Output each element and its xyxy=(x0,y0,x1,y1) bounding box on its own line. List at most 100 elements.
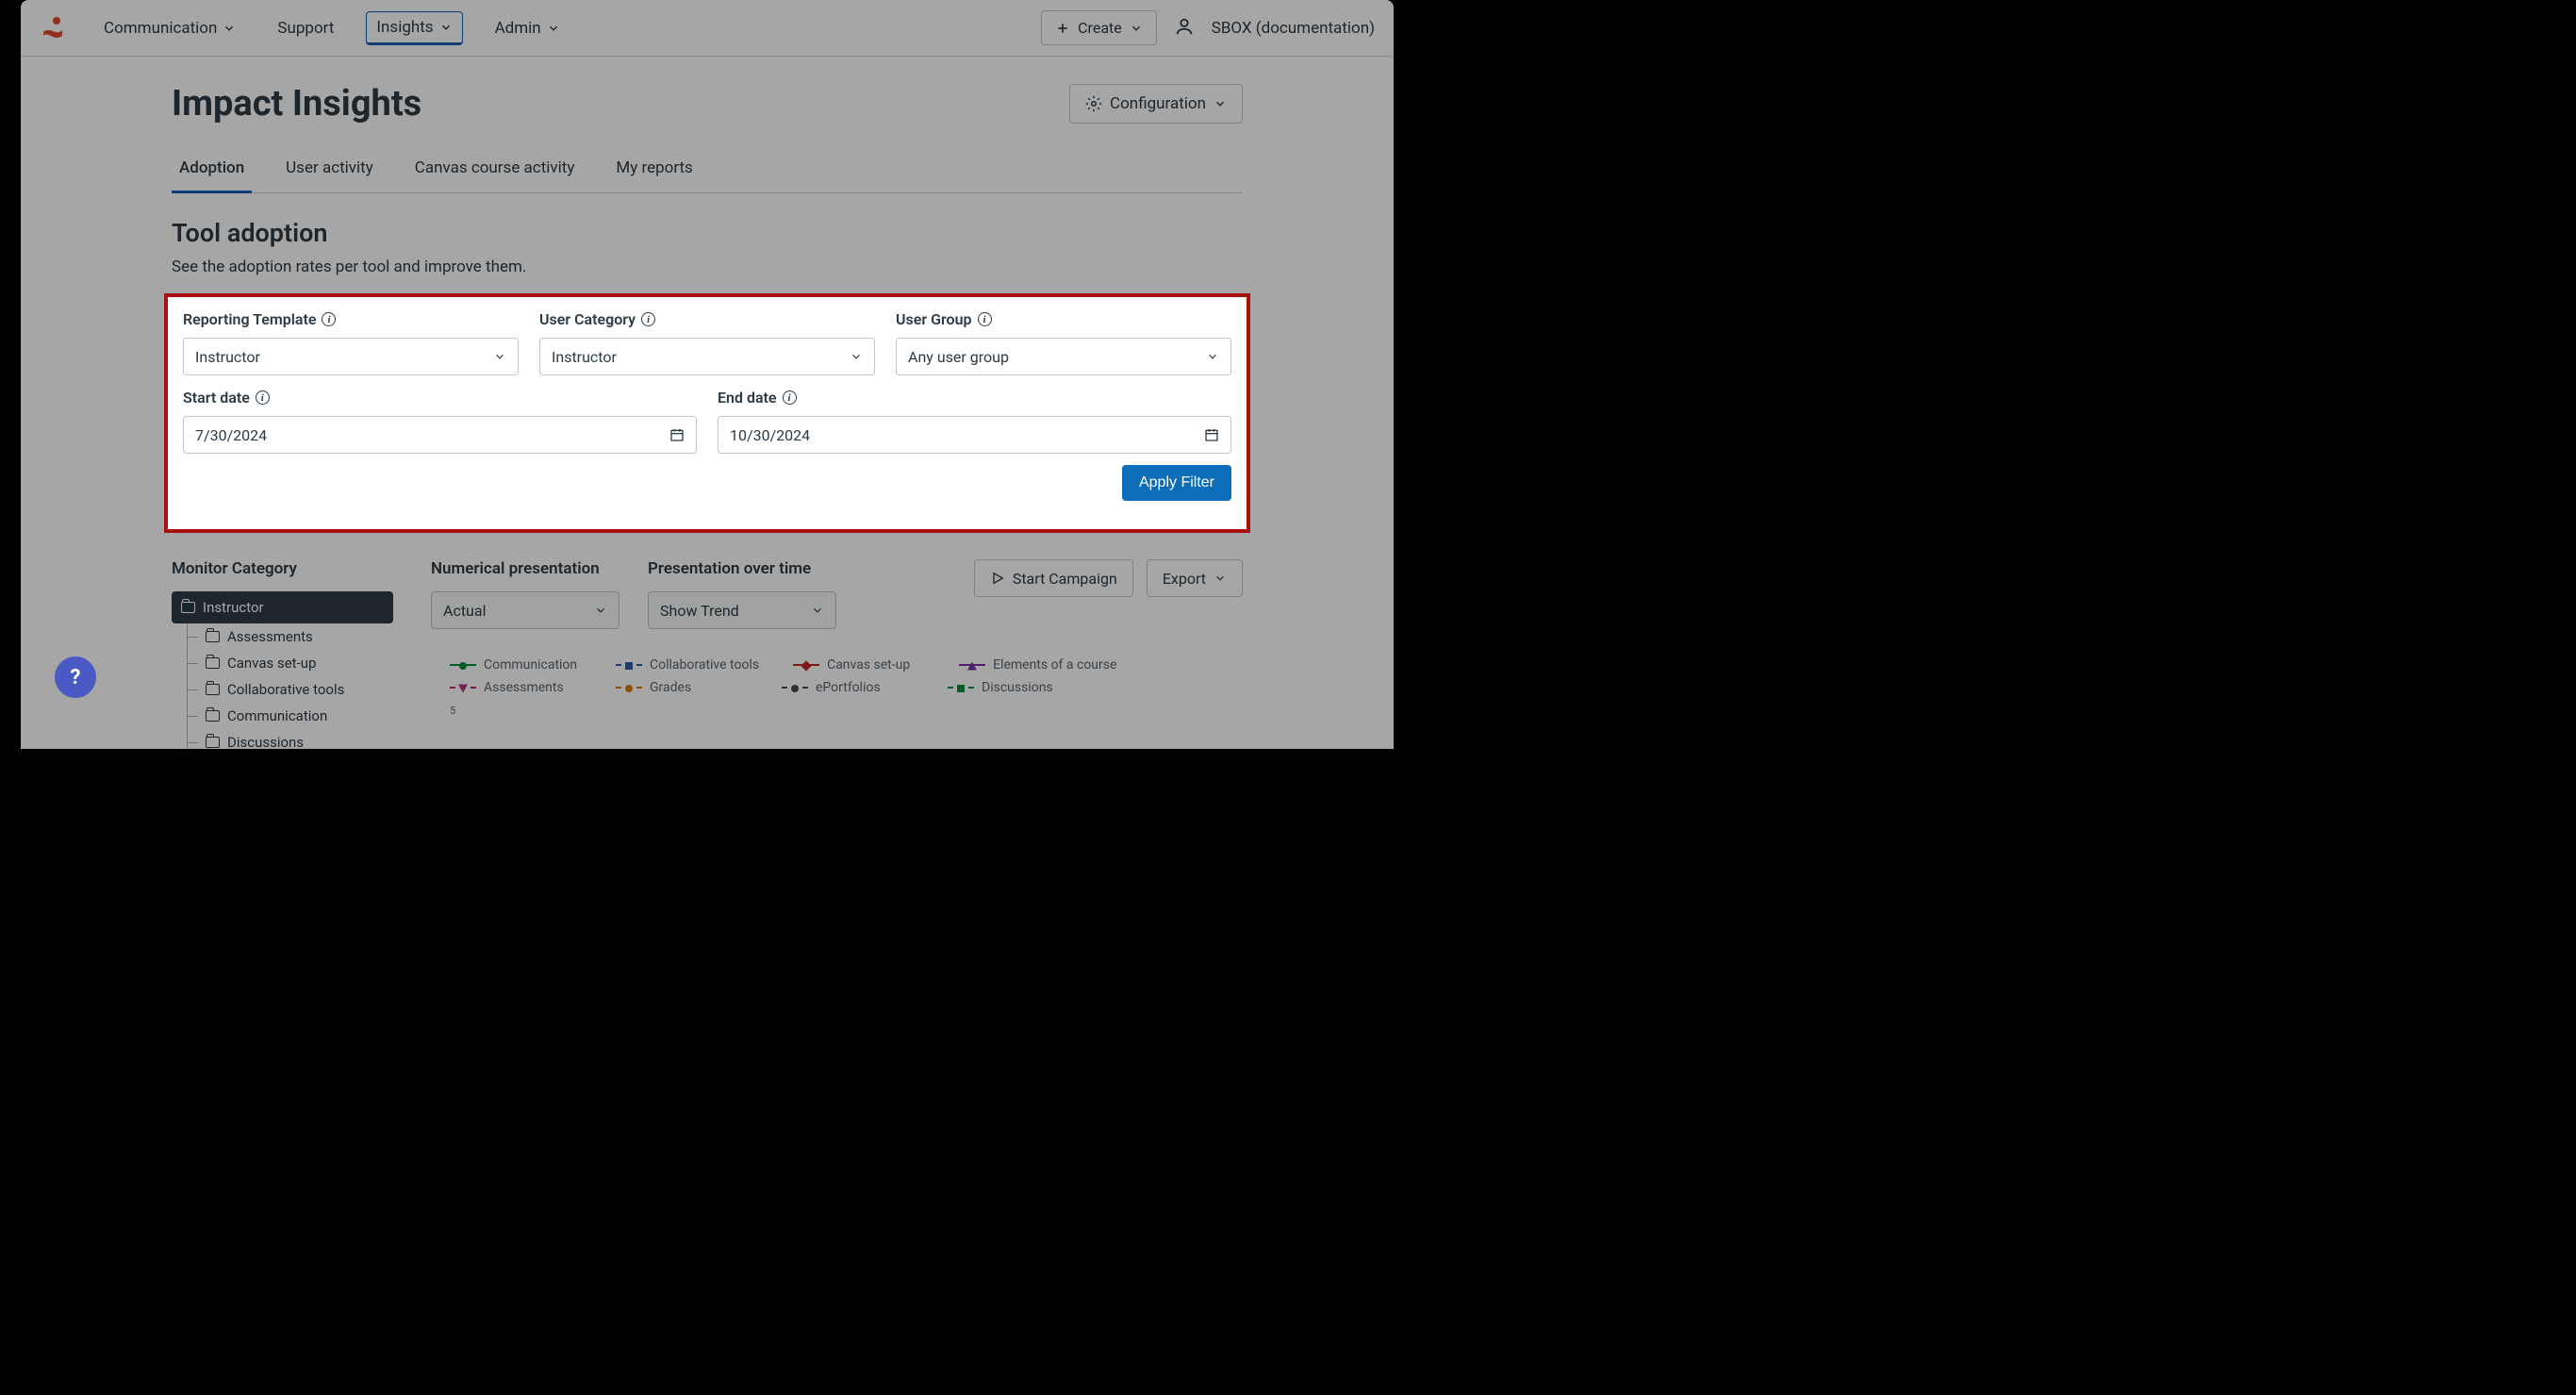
start-date-input[interactable]: 7/30/2024 xyxy=(183,416,697,454)
nav-admin[interactable]: Admin xyxy=(486,13,570,43)
y-axis-tick: 5 xyxy=(450,705,1243,717)
legend-marker xyxy=(957,685,965,692)
end-date-input[interactable]: 10/30/2024 xyxy=(718,416,1231,454)
chevron-down-icon xyxy=(439,21,453,34)
chevron-down-icon xyxy=(493,350,506,363)
chevron-down-icon xyxy=(594,604,607,617)
nav-communication[interactable]: Communication xyxy=(94,13,245,43)
info-icon[interactable]: i xyxy=(641,312,655,326)
tab-user-activity[interactable]: User activity xyxy=(278,158,381,193)
tree-item[interactable]: Communication xyxy=(172,703,393,729)
tree-item-label: Canvas set-up xyxy=(227,655,316,672)
configuration-label: Configuration xyxy=(1110,94,1206,113)
tab-canvas-course-activity[interactable]: Canvas course activity xyxy=(407,158,583,193)
tree-root-instructor[interactable]: Instructor xyxy=(172,591,393,623)
export-button[interactable]: Export xyxy=(1147,559,1243,597)
chevron-down-icon xyxy=(1206,350,1219,363)
tabs: Adoption User activity Canvas course act… xyxy=(172,158,1243,193)
legend-line xyxy=(793,664,819,666)
help-icon: ? xyxy=(71,666,81,689)
play-icon xyxy=(990,571,1005,586)
chevron-down-icon xyxy=(223,22,236,35)
create-button[interactable]: Create xyxy=(1041,10,1157,45)
folder-icon xyxy=(206,684,220,695)
top-nav: Communication Support Insights Admin xyxy=(21,0,1394,57)
gear-icon xyxy=(1085,95,1102,112)
help-button[interactable]: ? xyxy=(55,656,96,698)
legend-marker xyxy=(967,662,977,671)
folder-icon xyxy=(206,710,220,722)
nav-insights[interactable]: Insights xyxy=(366,11,462,45)
user-category-label: User Category i xyxy=(539,310,875,328)
chevron-down-icon xyxy=(547,22,560,35)
legend-line xyxy=(616,664,642,666)
legend-label: Grades xyxy=(650,680,691,695)
presentation-over-time-select[interactable]: Show Trend xyxy=(648,591,836,629)
legend-item[interactable]: Canvas set-up xyxy=(793,657,925,673)
user-button[interactable] xyxy=(1174,16,1195,41)
legend-item[interactable]: Elements of a course xyxy=(959,657,1116,673)
apply-filter-button[interactable]: Apply Filter xyxy=(1122,465,1231,501)
nav-support-label: Support xyxy=(277,19,334,38)
reporting-template-label: Reporting Template i xyxy=(183,310,519,328)
folder-icon xyxy=(206,737,220,748)
chevron-down-icon xyxy=(1130,22,1143,35)
legend-line xyxy=(959,664,985,666)
legend-marker xyxy=(625,662,633,670)
presentation-over-time-label: Presentation over time xyxy=(648,559,836,578)
legend-item[interactable]: Grades xyxy=(616,680,748,695)
nav-insights-label: Insights xyxy=(376,18,433,37)
plus-icon xyxy=(1055,21,1070,36)
tree-item[interactable]: Canvas set-up xyxy=(172,650,393,676)
section-title: Tool adoption xyxy=(172,218,1243,248)
calendar-icon xyxy=(1204,427,1219,442)
person-icon xyxy=(1174,16,1195,37)
info-icon[interactable]: i xyxy=(322,312,336,326)
legend-marker xyxy=(801,660,811,671)
info-icon[interactable]: i xyxy=(783,390,797,405)
reporting-template-select[interactable]: Instructor xyxy=(183,338,519,375)
legend-marker xyxy=(459,662,467,670)
legend-line xyxy=(948,687,974,689)
logo xyxy=(40,15,66,42)
user-group-select[interactable]: Any user group xyxy=(896,338,1231,375)
create-label: Create xyxy=(1078,19,1122,37)
page-title: Impact Insights xyxy=(172,83,421,125)
tree-item-label: Discussions xyxy=(227,734,304,749)
nav-support[interactable]: Support xyxy=(268,13,343,43)
info-icon[interactable]: i xyxy=(256,390,270,405)
tree-item-label: Communication xyxy=(227,707,327,724)
start-campaign-button[interactable]: Start Campaign xyxy=(974,559,1133,597)
tree-item[interactable]: Collaborative tools xyxy=(172,676,393,703)
nav-admin-label: Admin xyxy=(495,19,541,38)
info-icon[interactable]: i xyxy=(978,312,992,326)
legend-item[interactable]: Discussions xyxy=(948,680,1080,695)
legend-label: Assessments xyxy=(484,680,564,695)
legend-item[interactable]: Communication xyxy=(450,657,582,673)
legend-marker xyxy=(625,685,633,692)
legend-label: Canvas set-up xyxy=(827,657,910,673)
numerical-presentation-select[interactable]: Actual xyxy=(431,591,619,629)
legend-line xyxy=(616,687,642,689)
tab-adoption[interactable]: Adoption xyxy=(172,158,252,193)
legend-item[interactable]: Collaborative tools xyxy=(616,657,759,673)
folder-icon xyxy=(181,602,195,613)
calendar-icon xyxy=(669,427,685,442)
user-group-label: User Group i xyxy=(896,310,1231,328)
tree-item[interactable]: Assessments xyxy=(172,623,393,650)
org-label: SBOX (documentation) xyxy=(1212,19,1375,38)
legend-item[interactable]: ePortfolios xyxy=(782,680,914,695)
chevron-down-icon xyxy=(811,604,824,617)
configuration-button[interactable]: Configuration xyxy=(1069,84,1243,124)
tree-item[interactable]: Discussions xyxy=(172,729,393,749)
legend-marker xyxy=(791,685,799,692)
chevron-down-icon xyxy=(1214,572,1227,585)
legend-marker xyxy=(458,685,468,693)
legend-line xyxy=(782,687,808,689)
tree-item-label: Assessments xyxy=(227,628,313,645)
legend-label: Discussions xyxy=(982,680,1053,695)
legend-item[interactable]: Assessments xyxy=(450,680,582,695)
user-category-select[interactable]: Instructor xyxy=(539,338,875,375)
end-date-label: End date i xyxy=(718,389,1231,407)
tab-my-reports[interactable]: My reports xyxy=(608,158,700,193)
